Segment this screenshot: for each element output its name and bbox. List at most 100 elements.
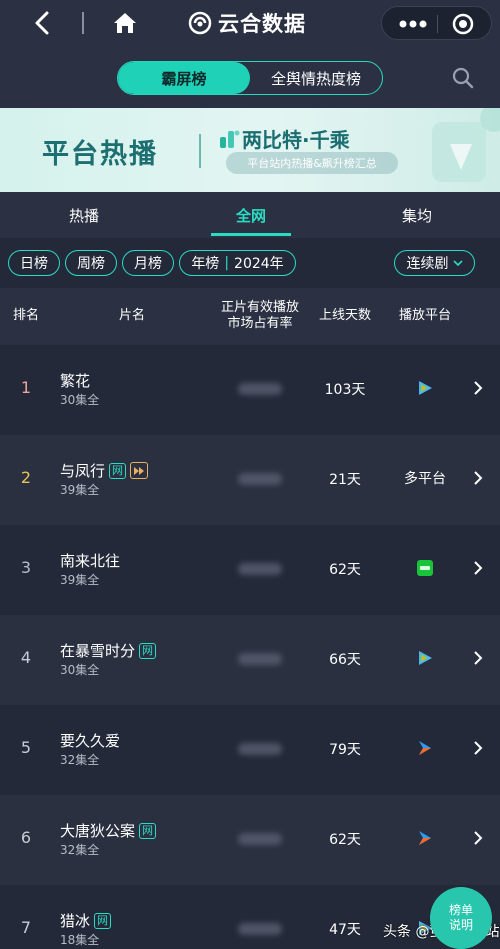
row-detail-arrow-icon[interactable] (472, 560, 484, 576)
row-platform (398, 825, 452, 851)
iqiyi-icon (417, 560, 433, 576)
row-detail-arrow-icon[interactable] (472, 740, 484, 756)
table-row[interactable]: 3 南来北往 39集全 62天 (0, 525, 500, 615)
row-platform (398, 735, 452, 761)
period-filters: 日榜 周榜 月榜 年榜 | 2024年 连续剧 (0, 238, 500, 288)
row-days: 79天 (329, 742, 361, 758)
row-title-line: 在暴雪时分 网 (60, 640, 157, 661)
filter-monthly[interactable]: 月榜 (122, 250, 174, 276)
table-row[interactable]: 4 在暴雪时分 网 30集全 66天 (0, 615, 500, 705)
row-days: 62天 (329, 562, 361, 578)
filter-daily[interactable]: 日榜 (8, 250, 60, 276)
row-title-line: 与凤行 网 (60, 460, 149, 481)
row-platform (398, 555, 452, 581)
banner-title: 平台热播 (42, 139, 158, 170)
row-title-line: 繁花 (60, 370, 90, 391)
row-platform: 多平台 (404, 471, 446, 487)
youku-icon (419, 831, 431, 845)
row-title: 猎冰 (60, 912, 91, 930)
yunhe-logo-icon (188, 11, 212, 35)
row-days: 47天 (329, 922, 361, 938)
segment-bapinbang[interactable]: 霸屏榜 (118, 62, 250, 94)
row-rank: 6 (20, 828, 32, 847)
row-detail-arrow-icon[interactable] (472, 650, 484, 666)
segment-public-opinion[interactable]: 全舆情热度榜 (250, 62, 382, 94)
row-title-line: 南来北往 (60, 550, 120, 571)
banner-decoration (432, 108, 500, 182)
blurred-share-value (238, 563, 282, 575)
row-title: 繁花 (60, 372, 91, 390)
table-header: 排名 片名 正片有效播放 市场占有率 上线天数 播放平台 (0, 288, 500, 345)
fab-label-line1: 榜单 (448, 903, 473, 917)
tab-all-network[interactable]: 全网 (211, 192, 291, 238)
row-title-line: 大唐狄公案 网 (60, 820, 157, 841)
blurred-share-value (238, 653, 282, 665)
youku-icon (419, 741, 431, 755)
tab-episode-avg[interactable]: 集均 (377, 192, 457, 238)
ranking-explanation-button[interactable]: 榜单 说明 (430, 887, 492, 949)
row-episodes: 32集全 (60, 843, 100, 857)
row-title: 在暴雪时分 (60, 642, 136, 660)
tab-hot[interactable]: 热播 (44, 192, 124, 238)
filter-year-value: 2024年 (234, 256, 284, 272)
ranking-switch-bar: 霸屏榜 全舆情热度榜 (0, 46, 500, 108)
filter-yearly-separator: | (224, 255, 230, 271)
row-detail-arrow-icon[interactable] (472, 470, 484, 486)
banner-divider (199, 134, 201, 168)
chevron-down-icon (452, 260, 463, 267)
row-episodes: 30集全 (60, 393, 100, 407)
blurred-share-value (238, 833, 282, 845)
table-row[interactable]: 5 要久久爱 32集全 79天 (0, 705, 500, 795)
row-episodes: 39集全 (60, 573, 100, 587)
tencent-video-icon (419, 381, 432, 395)
platform-hot-banner[interactable]: 平台热播 两比特·千乘 平台站内热播&飙升榜汇总 (0, 108, 500, 192)
search-icon[interactable] (450, 65, 476, 91)
brand-header: 云合数据 (188, 7, 306, 39)
close-miniprogram-icon[interactable] (452, 13, 474, 35)
row-episodes: 39集全 (60, 483, 100, 497)
filter-monthly-label: 月榜 (134, 256, 162, 272)
row-rank: 2 (20, 468, 32, 487)
col-rank: 排名 (12, 308, 39, 323)
row-detail-arrow-icon[interactable] (472, 830, 484, 846)
row-title: 南来北往 (60, 552, 121, 570)
filter-yearly[interactable]: 年榜 | 2024年 (179, 250, 296, 276)
col-share-line2: 市场占有率 (227, 316, 293, 331)
row-detail-arrow-icon[interactable] (472, 380, 484, 396)
row-rank: 1 (20, 378, 32, 397)
home-icon[interactable] (111, 9, 139, 37)
col-days: 上线天数 (318, 308, 371, 323)
row-episodes: 18集全 (60, 933, 100, 947)
more-dots-icon[interactable] (398, 19, 428, 29)
row-rank: 5 (20, 738, 32, 757)
mini-program-capsule (381, 6, 492, 40)
table-row[interactable]: 1 繁花 30集全 103天 (0, 345, 500, 435)
fast-forward-tag-icon (130, 462, 149, 479)
col-title: 片名 (118, 308, 145, 323)
table-row[interactable]: 2 与凤行 网 39集全 21天 多平台 (0, 435, 500, 525)
blurred-share-value (238, 473, 282, 485)
row-rank: 7 (20, 918, 32, 937)
row-title-line: 猎冰 网 (60, 910, 112, 931)
row-rank: 4 (20, 648, 32, 667)
row-title-line: 要久久爱 (60, 730, 120, 751)
filter-yearly-label: 年榜 (191, 256, 220, 272)
col-share-line1: 正片有效播放 (220, 300, 299, 315)
online-exclusive-tag: 网 (109, 462, 127, 479)
nav-separator (82, 12, 84, 34)
filter-weekly[interactable]: 周榜 (65, 250, 117, 276)
row-title: 要久久爱 (60, 732, 121, 750)
row-platform (398, 645, 452, 671)
brand-name: 云合数据 (218, 12, 306, 36)
online-exclusive-tag: 网 (94, 912, 112, 929)
ranking-segmented-control: 霸屏榜 全舆情热度榜 (117, 61, 383, 95)
drama-type-label: 连续剧 (406, 256, 449, 272)
drama-type-dropdown[interactable]: 连续剧 (394, 250, 475, 276)
row-title: 大唐狄公案 (60, 822, 136, 840)
col-share: 正片有效播放 市场占有率 (210, 300, 310, 332)
tencent-video-icon (419, 651, 432, 665)
table-row[interactable]: 6 大唐狄公案 网 32集全 62天 (0, 795, 500, 885)
row-episodes: 32集全 (60, 753, 100, 767)
fab-label-line2: 说明 (448, 918, 473, 932)
back-arrow-icon[interactable] (30, 9, 56, 37)
